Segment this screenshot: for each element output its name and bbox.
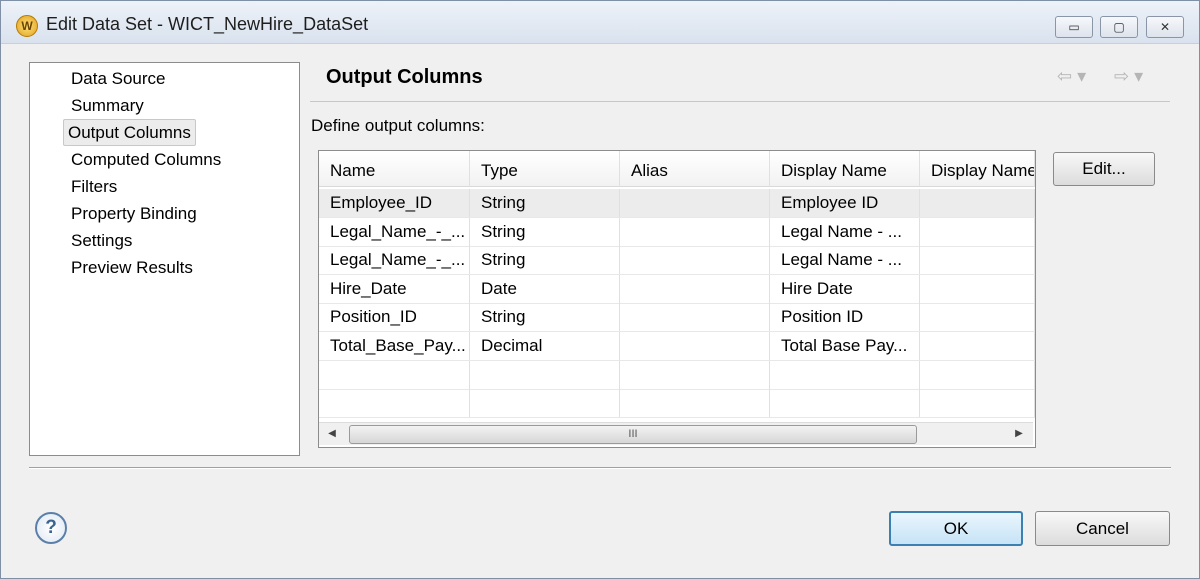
cell-alias[interactable]: [620, 332, 770, 360]
sidebar-item-filters[interactable]: Filters: [67, 174, 121, 199]
cell-name[interactable]: Employee_ID: [319, 189, 470, 217]
column-header-name[interactable]: Name: [319, 151, 470, 187]
sidebar-item-settings[interactable]: Settings: [67, 228, 136, 253]
sidebar-item-computed-columns[interactable]: Computed Columns: [67, 147, 225, 172]
cell-type[interactable]: String: [470, 217, 620, 246]
sidebar-nav: Data Source Summary Output Columns Compu…: [29, 62, 300, 456]
cancel-button[interactable]: Cancel: [1035, 511, 1170, 546]
header-divider: [310, 101, 1170, 102]
cell-alias[interactable]: [620, 246, 770, 275]
minimize-icon[interactable]: ▭: [1055, 16, 1093, 38]
cell-display-name-key[interactable]: [920, 360, 1035, 389]
cell-display-name-key[interactable]: [920, 246, 1035, 275]
horizontal-scrollbar[interactable]: ◀ III ▶: [319, 422, 1033, 445]
cell-display-name[interactable]: Position ID: [770, 303, 920, 332]
title-bar[interactable]: W Edit Data Set - WICT_NewHire_DataSet ▭…: [1, 1, 1199, 44]
sidebar-item-preview-results[interactable]: Preview Results: [67, 255, 197, 280]
table-row[interactable]: [319, 389, 1035, 419]
table-row[interactable]: Hire_Date Date Hire Date: [319, 274, 1035, 304]
scroll-left-icon[interactable]: ◀: [322, 425, 342, 443]
footer-divider: [29, 467, 1171, 468]
cell-name[interactable]: Legal_Name_-_...: [319, 246, 470, 275]
table-row[interactable]: Employee_ID String Employee ID: [319, 189, 1035, 218]
cell-display-name[interactable]: Legal Name - ...: [770, 246, 920, 275]
column-header-alias[interactable]: Alias: [620, 151, 770, 187]
sidebar-item-property-binding[interactable]: Property Binding: [67, 201, 201, 226]
scrollbar-thumb[interactable]: III: [349, 425, 917, 444]
cell-display-name-key[interactable]: [920, 189, 1035, 217]
scroll-right-icon[interactable]: ▶: [1009, 425, 1029, 443]
column-header-type[interactable]: Type: [470, 151, 620, 187]
sidebar-item-output-columns[interactable]: Output Columns: [63, 119, 196, 146]
sidebar-item-summary[interactable]: Summary: [67, 93, 148, 118]
window-title: Edit Data Set - WICT_NewHire_DataSet: [46, 14, 369, 34]
cell-display-name-key[interactable]: [920, 332, 1035, 360]
cell-name[interactable]: Position_ID: [319, 303, 470, 332]
sidebar-item-data-source[interactable]: Data Source: [67, 66, 170, 91]
cell-display-name[interactable]: [770, 360, 920, 389]
cell-display-name[interactable]: Legal Name - ...: [770, 217, 920, 246]
cell-type[interactable]: [470, 389, 620, 418]
cell-display-name-key[interactable]: [920, 303, 1035, 332]
section-subtitle: Define output columns:: [311, 116, 485, 135]
cell-type[interactable]: [470, 360, 620, 389]
table-row[interactable]: Position_ID String Position ID: [319, 303, 1035, 333]
cell-alias[interactable]: [620, 217, 770, 246]
cell-display-name[interactable]: [770, 389, 920, 418]
cell-display-name-key[interactable]: [920, 389, 1035, 418]
help-icon[interactable]: ?: [35, 512, 67, 544]
cell-type[interactable]: String: [470, 303, 620, 332]
back-arrow-icon[interactable]: ⇦ ▾: [1057, 66, 1086, 87]
cell-name[interactable]: [319, 360, 470, 389]
table-row[interactable]: [319, 360, 1035, 390]
cell-display-name-key[interactable]: [920, 217, 1035, 246]
table-row[interactable]: Legal_Name_-_... String Legal Name - ...: [319, 217, 1035, 247]
table-row[interactable]: Legal_Name_-_... String Legal Name - ...: [319, 246, 1035, 276]
cell-type[interactable]: Date: [470, 274, 620, 303]
cell-alias[interactable]: [620, 360, 770, 389]
cell-name[interactable]: Hire_Date: [319, 274, 470, 303]
cell-type[interactable]: String: [470, 189, 620, 217]
cell-type[interactable]: Decimal: [470, 332, 620, 360]
cell-name[interactable]: Total_Base_Pay...: [319, 332, 470, 360]
cell-alias[interactable]: [620, 303, 770, 332]
cell-alias[interactable]: [620, 389, 770, 418]
forward-arrow-icon[interactable]: ⇨ ▾: [1114, 66, 1143, 87]
app-logo-icon: W: [16, 15, 38, 37]
cell-name[interactable]: Legal_Name_-_...: [319, 217, 470, 246]
close-icon[interactable]: ✕: [1146, 16, 1184, 38]
column-header-display-name[interactable]: Display Name: [770, 151, 920, 187]
cell-display-name-key[interactable]: [920, 274, 1035, 303]
page-title: Output Columns: [326, 66, 483, 88]
table-row[interactable]: Total_Base_Pay... Decimal Total Base Pay..…: [319, 332, 1035, 361]
column-header-display-name-key[interactable]: Display Name: [920, 151, 1035, 187]
output-columns-table[interactable]: Name Type Alias Display Name Display Nam…: [318, 150, 1036, 448]
cell-display-name[interactable]: Employee ID: [770, 189, 920, 217]
cell-name[interactable]: [319, 389, 470, 418]
cell-display-name[interactable]: Total Base Pay...: [770, 332, 920, 360]
edit-button[interactable]: Edit...: [1053, 152, 1155, 186]
cell-alias[interactable]: [620, 274, 770, 303]
cell-display-name[interactable]: Hire Date: [770, 274, 920, 303]
ok-button[interactable]: OK: [889, 511, 1023, 546]
cell-type[interactable]: String: [470, 246, 620, 275]
cell-alias[interactable]: [620, 189, 770, 217]
maximize-icon[interactable]: ▢: [1100, 16, 1138, 38]
